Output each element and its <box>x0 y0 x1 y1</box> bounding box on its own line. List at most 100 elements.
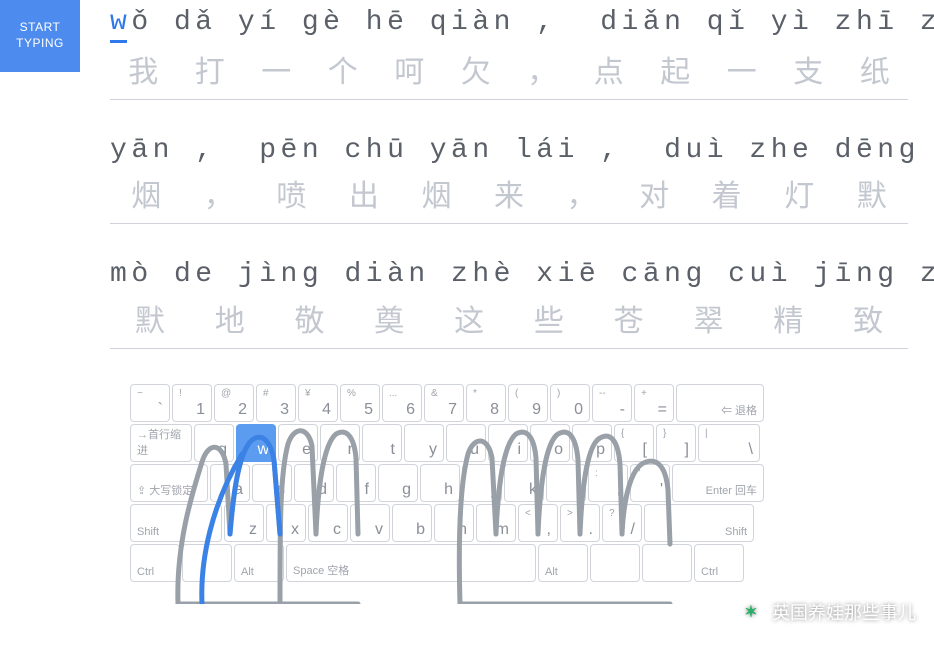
pinyin-char <box>899 258 916 292</box>
pinyin-row: yān , pēn chū yān lái , duì zhe dēng mò <box>110 134 908 168</box>
pinyin-char <box>408 134 425 168</box>
key-u[interactable]: u <box>446 424 486 462</box>
pinyin-char <box>899 6 916 43</box>
key-j[interactable]: j <box>462 464 502 502</box>
text-line: yān , pēn chū yān lái , duì zhe dēng mò烟… <box>110 134 908 225</box>
pinyin-char: ā <box>131 134 148 168</box>
Shift[interactable]: Shift <box>130 504 222 542</box>
⇐ 退格[interactable]: ⇐ 退格 <box>676 384 764 422</box>
pinyin-char <box>579 134 596 168</box>
pinyin-char: i <box>558 258 575 292</box>
key-`[interactable]: ~` <box>130 384 170 422</box>
key-x[interactable]: x <box>266 504 306 542</box>
key-8[interactable]: *8 <box>466 384 506 422</box>
hanzi-char: 点 <box>576 47 643 91</box>
Space 空格[interactable]: Space 空格 <box>286 544 536 582</box>
hanzi-char: 起 <box>642 47 709 91</box>
→首行缩进[interactable]: →首行缩进 <box>130 424 192 462</box>
key-l[interactable]: l <box>546 464 586 502</box>
pinyin-char: g <box>877 258 894 292</box>
pinyin-char <box>494 134 511 168</box>
hanzi-char: 出 <box>328 171 401 215</box>
key-r[interactable]: r <box>320 424 360 462</box>
text-line: wǒ dǎ yí gè hē qiàn , diǎn qǐ yì zhī zhǐ… <box>110 6 908 100</box>
hanzi-char: 精 <box>748 296 828 340</box>
pinyin-char: i <box>366 258 383 292</box>
key-=[interactable]: += <box>634 384 674 422</box>
key-/[interactable]: ?/ <box>602 504 642 542</box>
key-m[interactable]: m <box>476 504 516 542</box>
Alt[interactable]: Alt <box>538 544 588 582</box>
key-p[interactable]: p <box>572 424 612 462</box>
pinyin-char <box>238 134 255 168</box>
key-w[interactable]: w <box>236 424 276 462</box>
pinyin-char: w <box>110 6 127 43</box>
key-9[interactable]: (9 <box>508 384 548 422</box>
key-v[interactable]: v <box>350 504 390 542</box>
key-k[interactable]: k <box>504 464 544 502</box>
key[interactable] <box>642 544 692 582</box>
key-[[interactable]: {[ <box>614 424 654 462</box>
key-t[interactable]: t <box>362 424 402 462</box>
⇪ 大写锁定[interactable]: ⇪ 大写锁定 <box>130 464 208 502</box>
key-3[interactable]: #3 <box>256 384 296 422</box>
start-typing-button[interactable]: START TYPING <box>0 0 80 72</box>
hanzi-char: ， <box>183 171 256 215</box>
key-a[interactable]: a <box>210 464 250 502</box>
pinyin-char: d <box>600 6 617 43</box>
key-i[interactable]: i <box>488 424 528 462</box>
key-'[interactable]: "' <box>630 464 670 502</box>
key-s[interactable]: s <box>252 464 292 502</box>
key-b[interactable]: b <box>392 504 432 542</box>
pinyin-char <box>174 134 191 168</box>
key-d[interactable]: d <box>294 464 334 502</box>
key--[interactable]: --- <box>592 384 632 422</box>
pinyin-char: g <box>302 258 319 292</box>
key-g[interactable]: g <box>378 464 418 502</box>
key-][interactable]: }] <box>656 424 696 462</box>
key-6[interactable]: ...6 <box>382 384 422 422</box>
key-n[interactable]: n <box>434 504 474 542</box>
hanzi-char: 纸 <box>842 47 909 91</box>
pinyin-char: u <box>749 258 766 292</box>
key-o[interactable]: o <box>530 424 570 462</box>
pinyin-char: ē <box>387 6 404 43</box>
key-0[interactable]: )0 <box>550 384 590 422</box>
key-h[interactable]: h <box>420 464 460 502</box>
key-4[interactable]: ¥4 <box>298 384 338 422</box>
key-5[interactable]: %5 <box>340 384 380 422</box>
pinyin-char <box>813 6 830 43</box>
Ctrl[interactable]: Ctrl <box>130 544 180 582</box>
pinyin-char: u <box>685 134 702 168</box>
Ctrl[interactable]: Ctrl <box>694 544 744 582</box>
pinyin-char: h <box>472 258 489 292</box>
pinyin-char: h <box>771 134 788 168</box>
key-z[interactable]: z <box>224 504 264 542</box>
hanzi-char: 着 <box>690 171 763 215</box>
key[interactable] <box>182 544 232 582</box>
pinyin-char: p <box>259 134 276 168</box>
Enter 回车[interactable]: Enter 回车 <box>672 464 764 502</box>
key-2[interactable]: @2 <box>214 384 254 422</box>
Shift[interactable]: Shift <box>644 504 754 542</box>
key-;[interactable]: :; <box>588 464 628 502</box>
key-7[interactable]: &7 <box>424 384 464 422</box>
key-,[interactable]: <, <box>518 504 558 542</box>
Alt[interactable]: Alt <box>234 544 284 582</box>
hanzi-char: 支 <box>775 47 842 91</box>
hanzi-char: 灯 <box>763 171 836 215</box>
key-1[interactable]: !1 <box>172 384 212 422</box>
key-.[interactable]: >. <box>560 504 600 542</box>
key-y[interactable]: y <box>404 424 444 462</box>
key-f[interactable]: f <box>336 464 376 502</box>
key-\[interactable]: |\ <box>698 424 760 462</box>
start-typing-label: START TYPING <box>16 20 64 51</box>
key-e[interactable]: e <box>278 424 318 462</box>
pinyin-char: q <box>707 6 724 43</box>
pinyin-char: e <box>195 258 212 292</box>
key-c[interactable]: c <box>308 504 348 542</box>
hanzi-char: 这 <box>429 296 509 340</box>
pinyin-char: ī <box>877 6 894 43</box>
key[interactable] <box>590 544 640 582</box>
key-q[interactable]: q <box>194 424 234 462</box>
